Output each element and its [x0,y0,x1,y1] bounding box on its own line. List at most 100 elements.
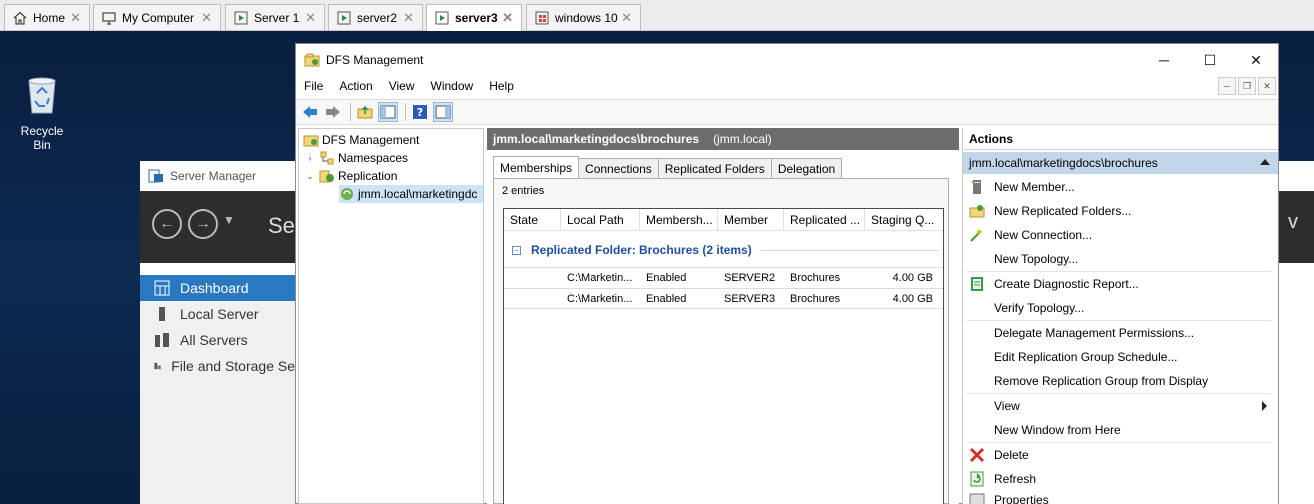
back-icon[interactable]: ← [152,209,182,239]
vm-tab-windows10[interactable]: windows 10 ✕ [526,4,641,30]
show-hide-tree-button[interactable] [378,102,398,122]
action-label: View [994,399,1020,413]
collapse-section-icon[interactable] [1260,159,1270,165]
server-icon [159,307,165,321]
vm-tab-my-computer[interactable]: My Computer ✕ [93,4,221,30]
expand-icon[interactable]: › [305,153,315,163]
action-create-diagnostic-report[interactable]: Create Diagnostic Report... [963,274,1273,294]
console-tree-icon [380,105,396,119]
dfs-titlebar: DFS Management [296,44,1278,75]
action-remove-replication-group[interactable]: Remove Replication Group from Display [963,371,1273,391]
menu-window[interactable]: Window [431,79,474,93]
collapse-icon[interactable]: ⌄ [305,171,315,182]
properties-icon [969,493,985,504]
vm-tab-server1[interactable]: Server 1 ✕ [225,4,325,30]
action-new-replicated-folders[interactable]: New Replicated Folders... [963,201,1273,221]
mdi-minimize-button[interactable]: ─ [1218,77,1236,95]
help-button[interactable]: ? [410,102,430,122]
action-new-connection[interactable]: New Connection... [963,225,1273,245]
maximize-button[interactable]: ☐ [1187,48,1233,72]
results-tabs: Memberships Connections Replicated Folde… [493,156,843,178]
menu-help[interactable]: Help [489,79,514,93]
action-delete[interactable]: Delete [963,445,1273,465]
menu-file[interactable]: File [304,79,323,93]
close-icon[interactable]: ✕ [621,10,632,26]
action-label: Edit Replication Group Schedule... [994,350,1178,364]
action-label: Delete [994,448,1029,462]
up-folder-button[interactable] [355,102,375,122]
actions-title: Actions [963,128,1278,150]
close-icon[interactable]: ✕ [201,10,212,26]
action-new-member[interactable]: New Member... [963,177,1273,197]
table-row[interactable]: C:\Marketin... Enabled SERVER3 Brochures… [504,288,943,309]
tree-item-replication-group[interactable]: jmm.local\marketingdc [339,185,483,203]
back-button[interactable] [300,102,320,122]
server-manager-title: Server Manager [170,169,257,183]
mdi-restore-button[interactable]: ❐ [1238,77,1256,95]
vm-tab-label: Server 1 [254,10,300,25]
sidebar-item-dashboard[interactable]: Dashboard [140,275,295,301]
close-icon[interactable]: ✕ [305,10,316,26]
action-label: Create Diagnostic Report... [994,277,1139,291]
close-icon[interactable]: ✕ [70,10,81,26]
minimize-button[interactable]: ─ [1141,48,1187,72]
tree-item-label: Namespaces [338,151,409,165]
back-arrow-icon [303,106,317,118]
chevron-down-icon[interactable]: ▼ [223,213,235,227]
tab-memberships[interactable]: Memberships [493,156,580,178]
recycle-bin[interactable]: Recycle Bin [12,73,72,152]
table-row[interactable]: C:\Marketin... Enabled SERVER2 Brochures… [504,267,943,288]
column-header-replicated[interactable]: Replicated ... [784,209,865,231]
action-view[interactable]: View [963,396,1273,416]
forward-button[interactable] [323,102,343,122]
forward-icon[interactable]: → [188,209,218,239]
server-manager-header-right: v [1278,191,1314,263]
group-label: Replicated Folder: Brochures (2 items) [531,243,752,257]
collapse-group-icon[interactable]: − [512,245,521,255]
action-verify-topology[interactable]: Verify Topology... [963,298,1273,318]
actions-section-header[interactable]: jmm.local\marketingdocs\brochures [963,152,1278,174]
vm-tab-label: My Computer [122,10,195,25]
cell-staging: 4.00 GB [892,292,933,305]
sidebar-item-file-storage[interactable]: File and Storage Se [140,353,295,379]
menu-action[interactable]: Action [339,79,372,93]
mdi-controls: ─ ❐ ✕ [1216,77,1276,95]
column-header-state[interactable]: State [504,209,561,231]
action-properties[interactable]: Properties [963,493,1273,504]
action-new-topology[interactable]: New Topology... [963,249,1273,269]
action-refresh[interactable]: Refresh [963,469,1273,489]
tree-item-namespaces[interactable]: › Namespaces [305,149,409,167]
mdi-close-button[interactable]: ✕ [1258,77,1276,95]
monitor-icon [102,11,116,25]
menu-view[interactable]: View [389,79,415,93]
tree-item-dfs-management[interactable]: DFS Management [303,131,419,149]
cell-state [504,289,561,308]
close-button[interactable]: ✕ [1233,48,1279,72]
tree-item-replication[interactable]: ⌄ Replication [305,167,397,185]
tab-delegation[interactable]: Delegation [770,158,843,178]
show-hide-action-pane-button[interactable] [433,102,453,122]
group-header[interactable]: − Replicated Folder: Brochures (2 items) [504,239,943,261]
dashboard-icon [154,280,170,296]
close-icon[interactable]: ✕ [403,10,414,26]
tab-replicated-folders[interactable]: Replicated Folders [657,158,772,178]
column-header-local-path[interactable]: Local Path [561,209,640,231]
action-delegate-permissions[interactable]: Delegate Management Permissions... [963,323,1273,343]
action-edit-schedule[interactable]: Edit Replication Group Schedule... [963,347,1273,367]
close-icon[interactable]: ✕ [502,10,513,26]
action-new-window-from-here[interactable]: New Window from Here [963,420,1273,440]
recycle-bin-label: Recycle Bin [20,124,64,152]
column-header-membership[interactable]: Membersh... [640,209,718,231]
column-header-staging[interactable]: Staging Q... [865,209,943,231]
vm-tab-server2[interactable]: server2 ✕ [328,4,423,30]
home-icon [13,11,27,25]
vm-tab-server3[interactable]: server3 ✕ [426,4,522,31]
server-manager-icon [148,169,163,183]
vm-tab-home[interactable]: Home ✕ [4,4,90,30]
sidebar-item-local-server[interactable]: Local Server [140,301,295,327]
servers-icon [155,333,169,347]
tab-connections[interactable]: Connections [578,158,659,178]
column-header-member[interactable]: Member [718,209,784,231]
sidebar-item-all-servers[interactable]: All Servers [140,327,295,353]
storage-icon [154,362,161,370]
